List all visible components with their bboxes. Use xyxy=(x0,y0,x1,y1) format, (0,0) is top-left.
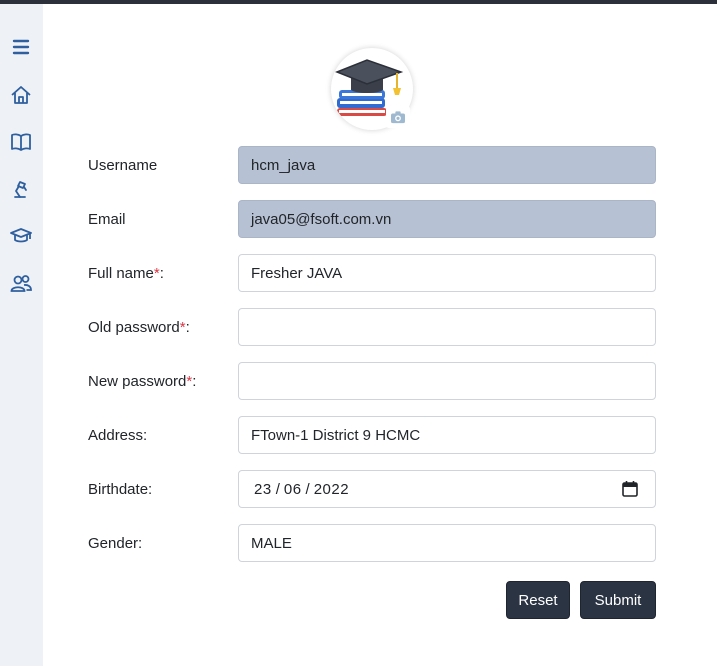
birthdate-label: Birthdate: xyxy=(88,480,153,498)
address-row: Address: FTown-1 District 9 HCMC xyxy=(88,416,656,454)
username-label: Username xyxy=(88,156,158,174)
date-separator: / xyxy=(305,480,310,498)
email-row: Email java05@fsoft.com.vn xyxy=(88,200,656,238)
username-field: hcm_java xyxy=(238,146,656,184)
birthdate-row: Birthdate: 23 / 06 / 2022 xyxy=(88,470,656,508)
birthdate-month[interactable]: 06 xyxy=(284,481,302,498)
birthdate-year[interactable]: 2022 xyxy=(314,481,349,498)
birthdate-day[interactable]: 23 xyxy=(254,481,272,498)
sidebar xyxy=(0,4,43,666)
full-name-row: Full name*: Fresher JAVA xyxy=(88,254,656,292)
email-field: java05@fsoft.com.vn xyxy=(238,200,656,238)
book-open-icon[interactable] xyxy=(8,129,34,155)
gender-select[interactable]: MALE xyxy=(238,524,656,562)
full-name-input[interactable]: Fresher JAVA xyxy=(238,254,656,292)
avatar[interactable] xyxy=(331,48,413,130)
old-password-label: Old password*: xyxy=(88,318,190,336)
submit-button[interactable]: Submit xyxy=(580,581,656,619)
calendar-icon[interactable] xyxy=(621,480,639,498)
full-name-label: Full name*: xyxy=(88,264,164,282)
new-password-input[interactable] xyxy=(238,362,656,400)
email-label: Email xyxy=(88,210,126,228)
address-input[interactable]: FTown-1 District 9 HCMC xyxy=(238,416,656,454)
new-password-row: New password*: xyxy=(88,362,656,400)
camera-icon[interactable] xyxy=(386,106,410,128)
top-bar xyxy=(0,0,717,4)
menu-icon[interactable] xyxy=(8,34,34,60)
old-password-input[interactable] xyxy=(238,308,656,346)
birthdate-input[interactable]: 23 / 06 / 2022 xyxy=(238,470,656,508)
old-password-row: Old password*: xyxy=(88,308,656,346)
gender-row: Gender: MALE xyxy=(88,524,656,562)
users-icon[interactable] xyxy=(8,270,34,296)
new-password-label: New password*: xyxy=(88,372,197,390)
home-icon[interactable] xyxy=(8,82,34,108)
gender-label: Gender: xyxy=(88,534,143,552)
reset-button[interactable]: Reset xyxy=(506,581,570,619)
date-separator: / xyxy=(275,480,280,498)
desk-lamp-icon[interactable] xyxy=(8,176,34,202)
username-row: Username hcm_java xyxy=(88,146,656,184)
address-label: Address: xyxy=(88,426,148,444)
graduation-cap-icon[interactable] xyxy=(8,223,34,249)
